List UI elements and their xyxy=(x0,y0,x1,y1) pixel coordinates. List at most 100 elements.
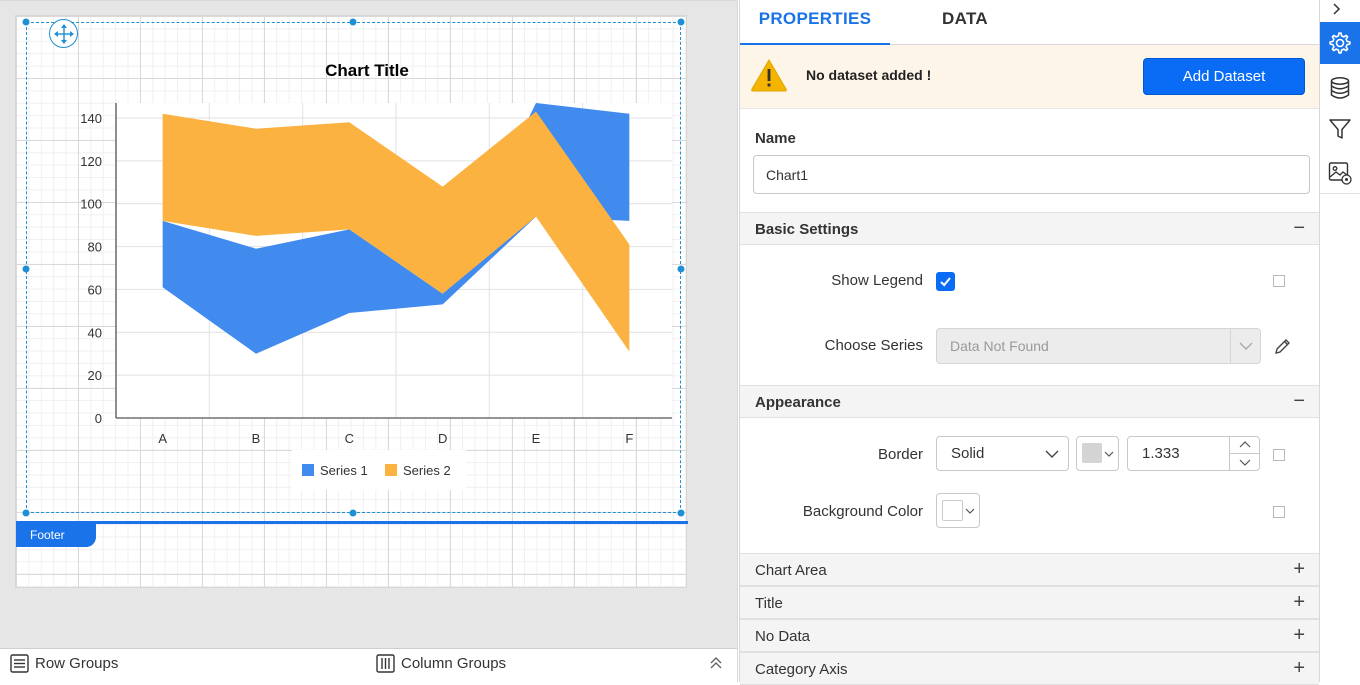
y-tick-label: 120 xyxy=(80,154,102,169)
legend-swatch xyxy=(302,464,314,476)
category-axis-header[interactable]: Category Axis + xyxy=(740,652,1319,685)
expand-icon[interactable]: + xyxy=(1293,558,1305,581)
show-legend-label: Show Legend xyxy=(831,272,923,289)
column-groups-label: Column Groups xyxy=(401,655,507,672)
group-bar: Row Groups Column Groups xyxy=(0,648,738,682)
color-swatch xyxy=(1082,443,1102,463)
tab-data[interactable]: DATA xyxy=(890,0,1040,45)
show-legend-expression-checkbox[interactable] xyxy=(1273,275,1285,287)
section-title: Chart Area xyxy=(755,562,827,579)
x-tick-label: A xyxy=(158,431,167,446)
choose-series-row: Choose Series Data Not Found xyxy=(740,320,1319,385)
section-title: Basic Settings xyxy=(755,221,859,238)
footer-tab[interactable]: Footer xyxy=(16,524,96,547)
x-tick-label: C xyxy=(345,431,354,446)
chevron-down-icon xyxy=(1045,450,1059,458)
double-chevron-up-icon[interactable] xyxy=(708,655,724,671)
properties-toolbar-button[interactable] xyxy=(1320,22,1360,64)
y-tick-label: 0 xyxy=(95,411,102,426)
chevron-up-icon[interactable] xyxy=(1230,437,1260,453)
warning-text: No dataset added ! xyxy=(806,67,932,83)
footer-divider xyxy=(16,521,688,524)
background-color-picker[interactable] xyxy=(936,493,980,528)
title-header[interactable]: Title + xyxy=(740,586,1319,619)
background-color-row: Background Color xyxy=(740,490,1319,553)
choose-series-select[interactable]: Data Not Found xyxy=(936,328,1261,364)
x-tick-label: F xyxy=(625,431,633,446)
collapse-icon[interactable]: − xyxy=(1293,217,1305,240)
border-color-picker[interactable] xyxy=(1076,436,1119,471)
number-spinner[interactable] xyxy=(1229,437,1260,470)
legend-label[interactable]: Series 1 xyxy=(320,463,368,478)
y-tick-label: 40 xyxy=(88,325,102,340)
columns-icon xyxy=(376,654,395,673)
no-data-header[interactable]: No Data + xyxy=(740,619,1319,652)
report-design-area[interactable]: 0 20 40 60 80 100 120 140 A B C D E F Chart Title Ser… xyxy=(0,0,738,648)
add-dataset-button[interactable]: Add Dataset xyxy=(1143,58,1305,95)
resize-handle[interactable] xyxy=(677,265,685,273)
chevron-down-icon xyxy=(965,508,975,514)
warning-icon xyxy=(751,59,787,92)
border-label: Border xyxy=(877,446,923,463)
column-groups-button[interactable]: Column Groups xyxy=(376,654,506,673)
side-toolbar xyxy=(1319,0,1360,682)
choose-series-label: Choose Series xyxy=(824,337,923,354)
collapse-icon[interactable]: − xyxy=(1293,390,1305,413)
edit-pencil-icon[interactable] xyxy=(1273,336,1293,356)
name-section: Name xyxy=(740,109,1319,212)
y-tick-label: 100 xyxy=(80,197,102,212)
x-tick-label: D xyxy=(438,431,447,446)
resize-handle[interactable] xyxy=(22,265,30,273)
border-width-input[interactable]: 1.333 xyxy=(1127,436,1260,471)
resize-handle[interactable] xyxy=(22,18,30,26)
background-color-expression-checkbox[interactable] xyxy=(1273,506,1285,518)
basic-settings-header[interactable]: Basic Settings − xyxy=(740,212,1319,245)
chart-title: Chart Title xyxy=(325,61,409,80)
legend-label[interactable]: Series 2 xyxy=(403,463,451,478)
y-tick-label: 20 xyxy=(88,368,102,383)
border-row: Border Solid 1.333 xyxy=(740,418,1319,490)
name-input[interactable] xyxy=(753,155,1310,194)
chevron-down-icon xyxy=(1104,451,1114,457)
resize-handle[interactable] xyxy=(349,509,357,517)
legend-swatch xyxy=(385,464,397,476)
check-icon xyxy=(940,277,951,287)
color-swatch xyxy=(942,500,963,521)
chevron-right-icon[interactable] xyxy=(1330,0,1344,18)
database-icon xyxy=(1330,77,1350,99)
name-label: Name xyxy=(755,130,796,147)
dataset-toolbar-button[interactable] xyxy=(1320,67,1360,109)
expand-icon[interactable]: + xyxy=(1293,657,1305,680)
show-legend-row: Show Legend xyxy=(740,245,1319,320)
resize-handle[interactable] xyxy=(677,18,685,26)
resize-handle[interactable] xyxy=(349,18,357,26)
expand-icon[interactable]: + xyxy=(1293,624,1305,647)
filter-toolbar-button[interactable] xyxy=(1320,108,1360,150)
report-page[interactable]: 0 20 40 60 80 100 120 140 A B C D E F Chart Title Ser… xyxy=(15,15,688,588)
chart-item[interactable]: 0 20 40 60 80 100 120 140 A B C D E F Chart Title Ser… xyxy=(26,19,681,513)
resize-handle[interactable] xyxy=(677,509,685,517)
chart-area-header[interactable]: Chart Area + xyxy=(740,553,1319,586)
border-expression-checkbox[interactable] xyxy=(1273,449,1285,461)
section-title: Category Axis xyxy=(755,661,848,678)
border-width-value: 1.333 xyxy=(1142,445,1180,462)
section-title: No Data xyxy=(755,628,811,645)
image-settings-toolbar-button[interactable] xyxy=(1320,152,1360,194)
expand-icon[interactable]: + xyxy=(1293,591,1305,614)
filter-icon xyxy=(1329,119,1351,139)
row-groups-label: Row Groups xyxy=(35,655,119,672)
properties-panel: PROPERTIES DATA No dataset added ! Add D… xyxy=(739,0,1319,685)
tab-properties[interactable]: PROPERTIES xyxy=(740,0,890,45)
resize-handle[interactable] xyxy=(22,509,30,517)
chevron-down-icon xyxy=(1230,329,1260,363)
show-legend-checkbox[interactable] xyxy=(936,272,955,291)
border-style-select[interactable]: Solid xyxy=(936,436,1069,471)
appearance-header[interactable]: Appearance − xyxy=(740,385,1319,418)
background-color-label: Background Color xyxy=(802,503,923,520)
panel-tabs: PROPERTIES DATA xyxy=(740,0,1319,45)
image-settings-icon xyxy=(1328,161,1352,185)
row-groups-button[interactable]: Row Groups xyxy=(10,654,118,673)
y-tick-label: 60 xyxy=(88,282,102,297)
x-tick-label: B xyxy=(252,431,261,446)
chevron-down-icon[interactable] xyxy=(1230,454,1260,470)
